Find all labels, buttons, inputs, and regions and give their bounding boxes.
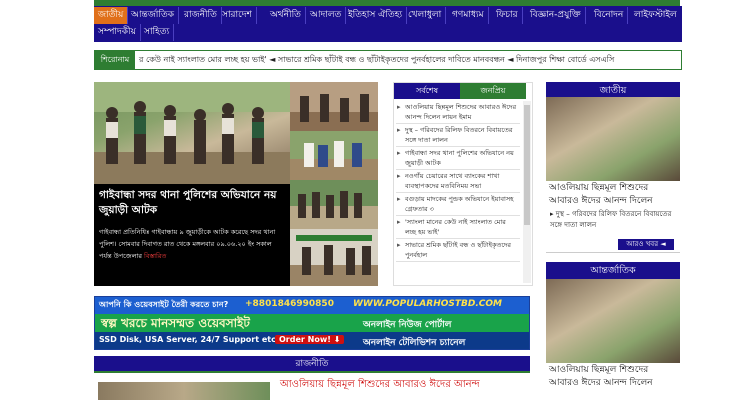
nav-item-economy[interactable]: অর্থনীতি xyxy=(266,7,306,24)
nav-item-court[interactable]: আদালত xyxy=(306,7,347,24)
lead-thumb-4[interactable] xyxy=(290,229,378,286)
sidebar-section-international[interactable]: আন্তর্জাতিক xyxy=(546,262,680,279)
ticker-label: শিরোনাম xyxy=(95,51,135,69)
thumb-2-scene xyxy=(290,131,378,180)
lead-photo-scene xyxy=(94,82,290,184)
nav-item-media[interactable]: গণমাধ্যম xyxy=(448,7,489,24)
ad-feature-1: অনলাইন নিউজ পোর্টাল xyxy=(363,320,452,330)
nav-item-politics[interactable]: রাজনীতি xyxy=(180,7,222,24)
ad-feature-2: অনলাইন টেলিভিশন চ্যানেল xyxy=(363,338,466,348)
nav-item-editorial[interactable]: সম্পাদকীয় xyxy=(94,24,141,41)
sidebar-international-photo[interactable] xyxy=(546,279,680,363)
list-item[interactable]: বগুড়ায় মাদকের পুন্ডক অভিযানে ইয়াবাসহ … xyxy=(396,193,520,216)
advertisement-banner[interactable]: আপনি কি ওয়েবসাইট তৈরী করতে চান? +880184… xyxy=(94,296,530,350)
sidebar-national-story[interactable]: আওলিয়ায় ছিন্নমূল শিশুদের আবারও ঈদের আন… xyxy=(546,181,680,209)
nav-item-history[interactable]: ইতিহাস ঐতিহ্য xyxy=(344,7,408,24)
thumb-1-scene xyxy=(290,82,378,131)
ad-bottom-strip: SSD Disk, USA Server, 24/7 Support etc. … xyxy=(95,332,529,349)
section-title-politics[interactable]: রাজনীতি xyxy=(94,356,530,373)
list-scrollbar[interactable] xyxy=(523,101,531,283)
lead-summary-text: গাইবান্ধা প্রতিনিধিঃ গাইবান্ধায় ৯ জুয়া… xyxy=(99,228,276,260)
latest-popular-tabs: সর্বশেষ জনপ্রিয় আওলিয়ায় ছিন্নমূল শিশু… xyxy=(393,82,533,286)
tab-latest[interactable]: সর্বশেষ xyxy=(394,83,460,99)
ad-top-strip: আপনি কি ওয়েবসাইট তৈরী করতে চান? +880184… xyxy=(95,297,529,314)
ad-site: WWW.POPULARHOSTBD.COM xyxy=(353,299,502,309)
latest-list: আওলিয়ায় ছিন্নমূল শিশুদের আবারও ঈদের আন… xyxy=(396,101,520,262)
sidebar-national-photo[interactable] xyxy=(546,97,680,181)
headline-ticker: শিরোনাম র কেউ নাই স্যাংলাত মোর লচ্ছ হয় … xyxy=(94,50,682,70)
nav-item-national[interactable]: জাতীয় xyxy=(94,7,129,24)
sidebar-international-story[interactable]: আওলিয়ায় ছিন্নমূল শিশুদের আবারও ঈদের আন… xyxy=(546,363,680,391)
ad-order-button[interactable]: Order Now! ⬇ xyxy=(275,335,345,344)
main-nav: জাতীয় আন্তর্জাতিক রাজনীতি সারাদেশ অর্থন… xyxy=(94,6,682,42)
lead-photo[interactable] xyxy=(94,82,290,184)
nav-item-entertainment[interactable]: বিনোদন xyxy=(590,7,629,24)
list-item[interactable]: নওগাঁয় চেয়ারের সাথে ব্যাংকের শাখা ব্যব… xyxy=(396,170,520,193)
list-item[interactable]: সাভারে শ্রমিক ছাঁটাই বন্ধ ও ছাঁটাইকৃতদের… xyxy=(396,239,520,262)
lead-thumb-1[interactable] xyxy=(290,82,378,135)
nav-item-sports[interactable]: খেলাধুলা xyxy=(404,7,447,24)
read-more-link[interactable]: বিস্তারিত xyxy=(144,252,166,260)
tab-popular[interactable]: জনপ্রিয় xyxy=(460,83,526,99)
ad-phone: +8801846990850 xyxy=(245,299,334,309)
politics-headline[interactable]: আওলিয়ায় ছিন্নমূল শিশুদের আবারও ঈদের আন… xyxy=(280,378,530,392)
lead-summary: গাইবান্ধা প্রতিনিধিঃ গাইবান্ধায় ৯ জুয়া… xyxy=(94,224,290,286)
lead-thumb-3[interactable] xyxy=(290,180,378,233)
thumb-3-scene xyxy=(290,180,378,229)
ad-mid-strip: স্বল্প খরচে মানসম্মত ওয়েবসাইট অনলাইন নি… xyxy=(95,314,529,332)
nav-item-country[interactable]: সারাদেশ xyxy=(218,7,257,24)
ad-question: আপনি কি ওয়েবসাইট তৈরী করতে চান? xyxy=(99,300,229,309)
ad-specs: SSD Disk, USA Server, 24/7 Support etc. xyxy=(99,335,279,344)
sidebar-national-link[interactable]: ▸ দুস্থ – গরিবদের রিলিফ বিতরনে বিবায়তের… xyxy=(550,209,680,231)
sidebar-divider xyxy=(546,252,680,253)
nav-item-literature[interactable]: সাহিত্য xyxy=(140,24,175,41)
more-news-button[interactable]: আরও খবর ◄ xyxy=(618,239,674,250)
ticker-text[interactable]: র কেউ নাই স্যাংলাত মোর লচ্ছ হয় ভাই' ◄ স… xyxy=(139,51,614,69)
list-item[interactable]: দুস্থ – গরিবদের রিলিফ বিতরনে বিবায়তের স… xyxy=(396,124,520,147)
lead-headline[interactable]: গাইবান্ধা সদর থানা পুলিশের অভিযানে নয় জ… xyxy=(94,184,290,224)
lead-thumb-2[interactable] xyxy=(290,131,378,184)
nav-item-lifestyle[interactable]: লাইফস্টাইল xyxy=(630,7,681,24)
thumb-4-scene xyxy=(290,229,378,286)
list-item[interactable]: গাইবান্ধা সদর থানা পুলিশের অভিযানে নয় জ… xyxy=(396,147,520,170)
nav-item-science[interactable]: বিজ্ঞান-প্রযুক্তি xyxy=(526,7,586,24)
nav-item-international[interactable]: আন্তর্জাতিক xyxy=(127,7,179,24)
politics-photo[interactable] xyxy=(98,382,270,400)
scrollbar-thumb[interactable] xyxy=(524,105,530,225)
list-item[interactable]: আওলিয়ায় ছিন্নমূল শিশুদের আবারও ঈদের আন… xyxy=(396,101,520,124)
list-item[interactable]: 'স্যাংলা মানের কেউ নাই স্যাংলাত মোর লচ্ছ… xyxy=(396,216,520,239)
sidebar-national-link-text: দুস্থ – গরিবদের রিলিফ বিতরনে বিবায়তের স… xyxy=(550,210,672,229)
nav-item-feature[interactable]: ফিচার xyxy=(492,7,523,24)
